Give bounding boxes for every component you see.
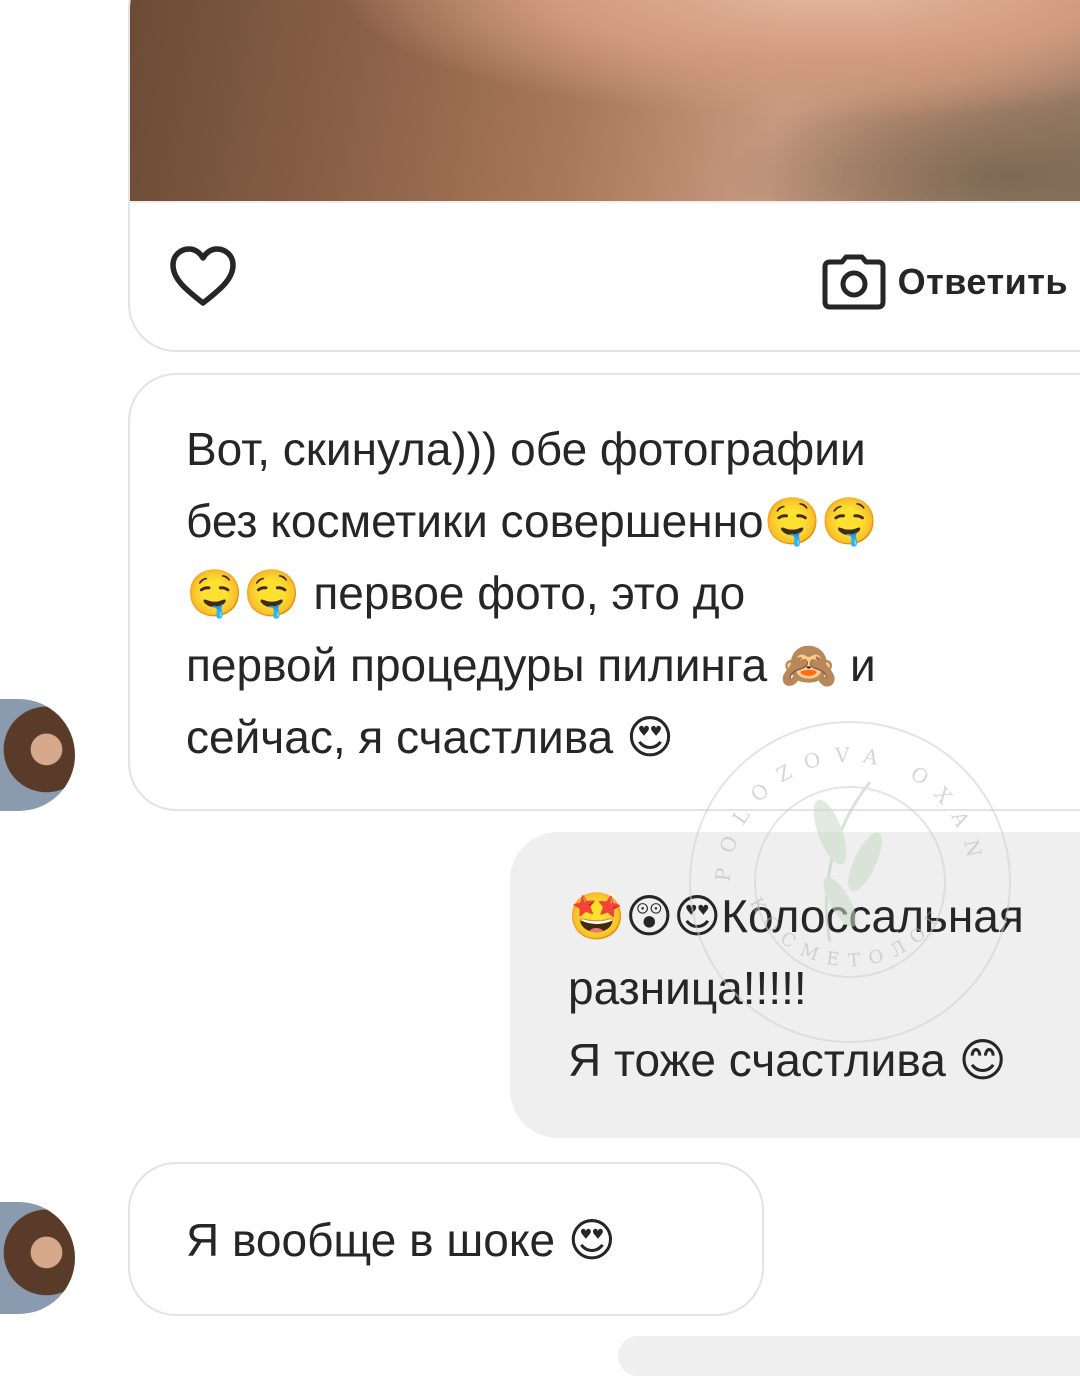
incoming-message-bubble[interactable]: Я вообще в шоке 😍 <box>128 1162 764 1316</box>
avatar[interactable] <box>0 1202 75 1314</box>
watermark-logo: POLOZOVA OXANA КОСМЕТОЛОГ <box>680 712 1011 1043</box>
reply-button[interactable]: Ответить <box>822 252 1068 312</box>
message-text: Я вообще в шоке 😍 <box>186 1214 616 1266</box>
shared-photo[interactable] <box>130 0 1080 201</box>
divider <box>130 201 1080 203</box>
outgoing-message-bubble[interactable] <box>618 1336 1080 1376</box>
heart-outline-icon <box>170 246 236 306</box>
like-button[interactable] <box>168 245 238 309</box>
avatar[interactable] <box>0 699 75 811</box>
photo-message-card: Ответить <box>128 0 1080 352</box>
camera-icon <box>822 254 886 310</box>
reply-label: Ответить <box>897 261 1068 302</box>
